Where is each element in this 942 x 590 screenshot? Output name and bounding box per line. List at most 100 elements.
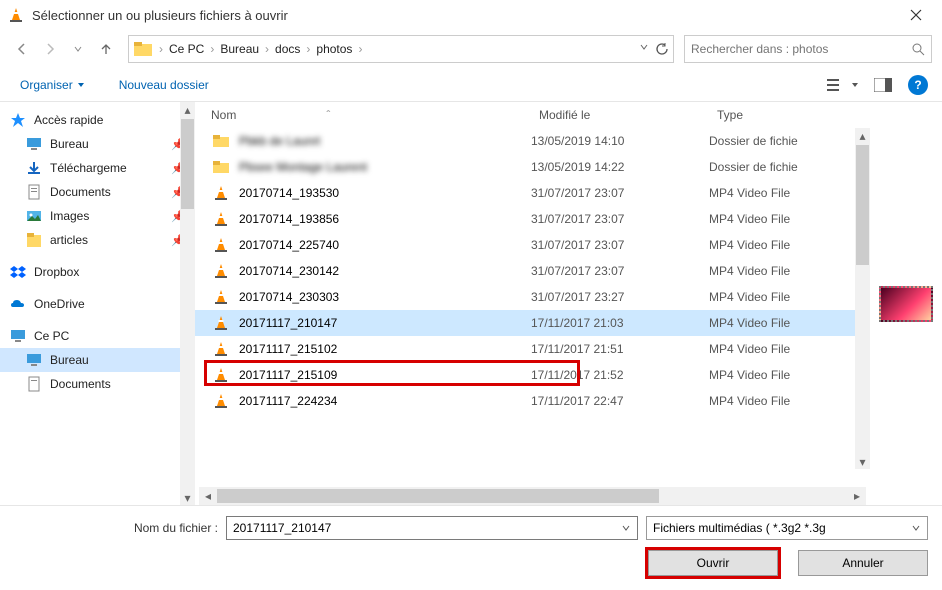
file-row[interactable]: Pbkb de Launrt13/05/2019 14:10Dossier de… (195, 128, 870, 154)
file-row[interactable]: 20171117_22423417/11/2017 22:47MP4 Video… (195, 388, 870, 414)
file-row[interactable]: 20170714_19353031/07/2017 23:07MP4 Video… (195, 180, 870, 206)
address-bar[interactable]: › Ce PC›Bureau›docs›photos› (128, 35, 674, 63)
file-row[interactable]: 20170714_19385631/07/2017 23:07MP4 Video… (195, 206, 870, 232)
star-icon (10, 112, 26, 128)
sidebar-scrollbar[interactable]: ▴ ▾ (180, 102, 195, 505)
cancel-button[interactable]: Annuler (798, 550, 928, 576)
up-button[interactable] (94, 37, 118, 61)
scroll-thumb[interactable] (181, 119, 194, 209)
file-type: MP4 Video File (709, 238, 870, 252)
sidebar-item[interactable]: Bureau (0, 348, 195, 372)
file-modified: 17/11/2017 21:03 (531, 316, 709, 330)
file-row[interactable]: Pbsee Montage Laurent13/05/2019 14:22Dos… (195, 154, 870, 180)
file-row[interactable]: 20170714_23014231/07/2017 23:07MP4 Video… (195, 258, 870, 284)
file-name: 20171117_224234 (239, 394, 337, 408)
search-input[interactable] (691, 42, 891, 56)
scroll-down-icon[interactable]: ▾ (855, 454, 870, 469)
folder-icon (213, 159, 229, 175)
breadcrumb-item[interactable]: docs (271, 42, 304, 56)
window-title: Sélectionner un ou plusieurs fichiers à … (32, 8, 898, 23)
column-name[interactable]: Nomˆ (203, 108, 531, 122)
file-type: MP4 Video File (709, 264, 870, 278)
file-modified: 13/05/2019 14:10 (531, 134, 709, 148)
file-row[interactable]: 20171117_21510217/11/2017 21:51MP4 Video… (195, 336, 870, 362)
recent-dropdown-icon[interactable] (66, 37, 90, 61)
file-type: MP4 Video File (709, 290, 870, 304)
list-vscrollbar[interactable]: ▴ ▾ (855, 128, 870, 469)
item-icon (26, 376, 42, 392)
filename-combobox[interactable] (226, 516, 638, 540)
view-options-button[interactable] (826, 73, 860, 97)
file-modified: 13/05/2019 14:22 (531, 160, 709, 174)
filetype-filter[interactable]: Fichiers multimédias ( *.3g2 *.3g (646, 516, 928, 540)
sidebar-this-pc[interactable]: Ce PC (0, 324, 195, 348)
scroll-down-icon[interactable]: ▾ (180, 490, 195, 505)
file-modified: 31/07/2017 23:27 (531, 290, 709, 304)
sidebar-item[interactable]: Documents (0, 372, 195, 396)
preview-toggle-button[interactable] (866, 73, 900, 97)
vlc-file-icon (213, 315, 229, 331)
preview-pane (870, 102, 942, 505)
help-icon[interactable]: ? (908, 75, 928, 95)
filename-input[interactable] (233, 521, 621, 535)
file-type: MP4 Video File (709, 212, 870, 226)
breadcrumb-item[interactable]: Bureau (216, 42, 263, 56)
file-name: 20171117_215109 (239, 368, 337, 382)
dropdown-icon[interactable] (911, 523, 921, 533)
organize-button[interactable]: Organiser (14, 74, 91, 96)
search-icon[interactable] (911, 42, 925, 56)
dropdown-icon[interactable] (621, 523, 631, 533)
list-hscrollbar[interactable]: ◂ ▸ (199, 487, 866, 505)
breadcrumb-item[interactable]: Ce PC (165, 42, 208, 56)
file-type: MP4 Video File (709, 186, 870, 200)
scroll-right-icon[interactable]: ▸ (848, 487, 866, 505)
address-dropdown-icon[interactable] (639, 42, 649, 56)
back-button[interactable] (10, 37, 34, 61)
search-box[interactable] (684, 35, 932, 63)
close-button[interactable] (898, 0, 934, 30)
sidebar-item[interactable]: Documents📌 (0, 180, 195, 204)
forward-button[interactable] (38, 37, 62, 61)
sidebar-onedrive[interactable]: OneDrive (0, 292, 195, 316)
file-type: MP4 Video File (709, 316, 870, 330)
scroll-thumb[interactable] (856, 145, 869, 265)
refresh-icon[interactable] (655, 42, 669, 56)
scroll-left-icon[interactable]: ◂ (199, 487, 217, 505)
file-name: 20170714_230142 (239, 264, 339, 278)
sidebar-quick-access[interactable]: Accès rapide (0, 108, 195, 132)
toolbar: Organiser Nouveau dossier ? (0, 68, 942, 102)
file-type: MP4 Video File (709, 342, 870, 356)
new-folder-button[interactable]: Nouveau dossier (113, 74, 215, 96)
file-list-area: Nomˆ Modifié le Type ▴ ▾ Pbkb de Launrt 1… (195, 102, 870, 505)
file-row[interactable]: 20170714_23030331/07/2017 23:27MP4 Video… (195, 284, 870, 310)
scroll-up-icon[interactable]: ▴ (180, 102, 195, 117)
file-row[interactable]: 20171117_21510917/11/2017 21:52MP4 Video… (195, 362, 870, 388)
folder-icon (213, 133, 229, 149)
vlc-file-icon (213, 289, 229, 305)
vlc-file-icon (213, 263, 229, 279)
file-name: 20171117_210147 (239, 316, 337, 330)
sidebar-item[interactable]: articles📌 (0, 228, 195, 252)
file-name: Pbkb de Launrt (239, 134, 320, 148)
column-type[interactable]: Type (709, 108, 870, 122)
sidebar-dropbox[interactable]: Dropbox (0, 260, 195, 284)
title-bar: Sélectionner un ou plusieurs fichiers à … (0, 0, 942, 30)
file-row[interactable]: 20170714_22574031/07/2017 23:07MP4 Video… (195, 232, 870, 258)
vlc-app-icon (8, 7, 24, 23)
scroll-up-icon[interactable]: ▴ (855, 128, 870, 143)
item-icon (26, 352, 42, 368)
chevron-right-icon: › (157, 42, 165, 56)
sidebar-item[interactable]: Téléchargeme📌 (0, 156, 195, 180)
column-modified[interactable]: Modifié le (531, 108, 709, 122)
preview-thumbnail (879, 286, 933, 322)
file-modified: 31/07/2017 23:07 (531, 212, 709, 226)
sidebar-item[interactable]: Bureau📌 (0, 132, 195, 156)
dropbox-icon (10, 264, 26, 280)
scroll-thumb[interactable] (217, 489, 659, 503)
breadcrumb-item[interactable]: photos (312, 42, 356, 56)
chevron-right-icon: › (263, 42, 271, 56)
file-row[interactable]: 20171117_210147 17/11/2017 21:03MP4 Video… (195, 310, 870, 336)
file-name: 20171117_215102 (239, 342, 337, 356)
sidebar-item[interactable]: Images📌 (0, 204, 195, 228)
open-button[interactable]: Ouvrir (648, 550, 778, 576)
